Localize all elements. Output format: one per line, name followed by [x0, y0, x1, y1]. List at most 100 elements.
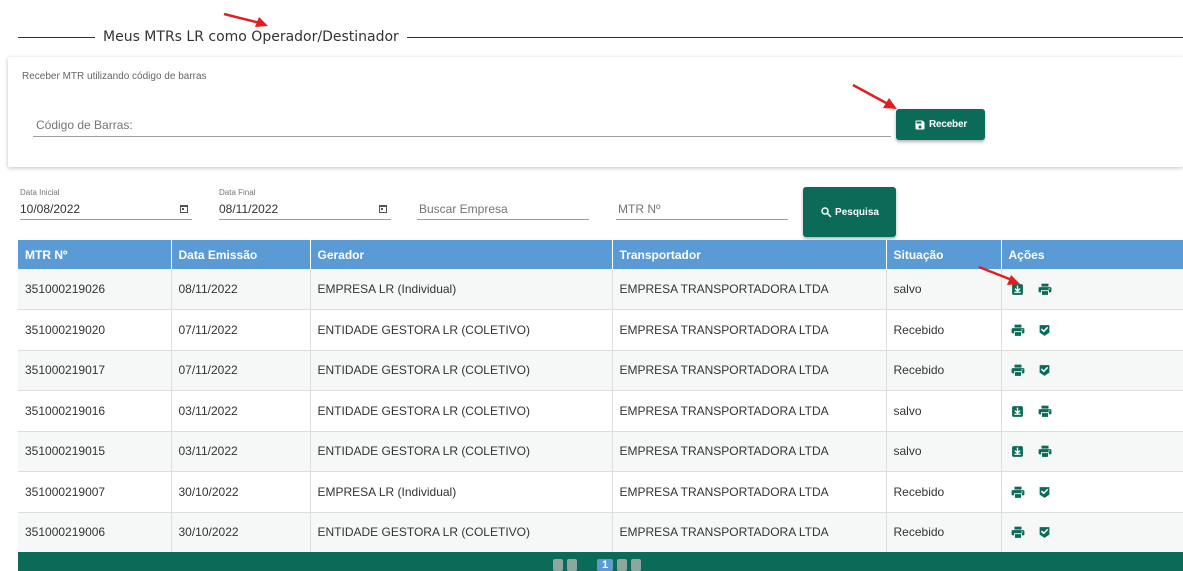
column-header-generator[interactable]: Gerador: [310, 240, 613, 269]
cell-issue-date: 30/10/2022: [171, 512, 311, 553]
print-icon[interactable]: [1011, 364, 1025, 378]
annotation-arrow-title: [223, 12, 268, 27]
column-header-mtr[interactable]: MTR Nº: [18, 240, 172, 269]
cell-generator: ENTIDADE GESTORA LR (COLETIVO): [310, 390, 613, 432]
cell-carrier: EMPRESA TRANSPORTADORA LTDA: [612, 390, 887, 432]
cell-status: Recebido: [886, 309, 1002, 351]
next-page-icon[interactable]: [617, 559, 627, 571]
barcode-field: [33, 113, 891, 137]
mtr-number-input[interactable]: [616, 201, 788, 216]
cell-issue-date: 03/11/2022: [171, 390, 311, 432]
cell-status: Recebido: [886, 471, 1002, 513]
receive-button-label: Receber: [928, 119, 968, 130]
cell-generator: ENTIDADE GESTORA LR (COLETIVO): [310, 512, 613, 553]
cell-generator: EMPRESA LR (Individual): [310, 269, 613, 310]
cell-mtr-number: 351000219020: [18, 309, 172, 351]
table-row[interactable]: 351000219015 03/11/2022 ENTIDADE GESTORA L…: [18, 431, 1183, 472]
cell-issue-date: 08/11/2022: [171, 269, 311, 310]
page-number-current[interactable]: 1: [597, 559, 613, 571]
print-icon[interactable]: [1038, 404, 1052, 418]
cell-mtr-number: 351000219026: [18, 269, 172, 310]
print-icon[interactable]: [1011, 485, 1025, 499]
first-page-icon[interactable]: [553, 559, 563, 571]
verified-icon[interactable]: [1038, 485, 1052, 499]
mtr-number-filter: [616, 188, 788, 220]
end-date-value: 08/11/2022: [219, 201, 279, 216]
cell-issue-date: 07/11/2022: [171, 309, 311, 351]
last-page-icon[interactable]: [631, 559, 641, 571]
cell-mtr-number: 351000219007: [18, 471, 172, 513]
verified-icon[interactable]: [1038, 364, 1052, 378]
print-icon[interactable]: [1011, 323, 1025, 337]
search-button-label: Pesquisa: [835, 206, 879, 218]
cell-generator: EMPRESA LR (Individual): [310, 471, 613, 513]
cell-actions: [1001, 309, 1183, 351]
table-row[interactable]: 351000219006 30/10/2022 ENTIDADE GESTORA L…: [18, 512, 1183, 553]
column-header-carrier[interactable]: Transportador: [612, 240, 887, 269]
save-icon: [914, 119, 926, 131]
table-row[interactable]: 351000219020 07/11/2022 ENTIDADE GESTORA L…: [18, 309, 1183, 351]
cell-issue-date: 30/10/2022: [171, 471, 311, 513]
calendar-icon[interactable]: [379, 204, 387, 213]
cell-status: Recebido: [886, 512, 1002, 553]
table-row[interactable]: 351000219007 30/10/2022 EMPRESA LR (Indivi…: [18, 471, 1183, 513]
cell-carrier: EMPRESA TRANSPORTADORA LTDA: [612, 431, 887, 472]
page-title: Meus MTRs LR como Operador/Destinador: [103, 29, 399, 45]
cell-mtr-number: 351000219015: [18, 431, 172, 472]
end-date-filter: Data Final 08/11/2022: [219, 188, 391, 220]
barcode-input[interactable]: [33, 113, 891, 136]
title-divider-left: [18, 36, 95, 38]
print-icon[interactable]: [1038, 445, 1052, 459]
start-date-value: 10/08/2022: [20, 201, 81, 216]
table-row[interactable]: 351000219016 03/11/2022 ENTIDADE GESTORA L…: [18, 390, 1183, 432]
annotation-arrow-receive: [852, 83, 897, 109]
cell-actions: [1001, 390, 1183, 432]
search-button[interactable]: Pesquisa: [803, 187, 896, 237]
barcode-receive-card: Receber MTR utilizando código de barras …: [8, 57, 1183, 167]
company-filter: [417, 188, 589, 220]
table-body: 351000219026 08/11/2022 EMPRESA LR (Indivi…: [18, 269, 1183, 553]
cell-status: salvo: [886, 390, 1002, 432]
section-title-row: Meus MTRs LR como Operador/Destinador: [18, 25, 1183, 49]
end-date-field[interactable]: 08/11/2022: [219, 198, 391, 220]
start-date-label: Data Inicial: [20, 188, 60, 197]
cell-actions: [1001, 350, 1183, 391]
cell-carrier: EMPRESA TRANSPORTADORA LTDA: [612, 350, 887, 391]
start-date-filter: Data Inicial 10/08/2022: [20, 188, 192, 220]
cell-mtr-number: 351000219017: [18, 350, 172, 391]
print-icon[interactable]: [1038, 282, 1052, 296]
calendar-icon[interactable]: [180, 204, 188, 213]
barcode-card-label: Receber MTR utilizando código de barras: [22, 71, 207, 82]
cell-mtr-number: 351000219006: [18, 512, 172, 553]
cell-generator: ENTIDADE GESTORA LR (COLETIVO): [310, 431, 613, 472]
table-row[interactable]: 351000219017 07/11/2022 ENTIDADE GESTORA L…: [18, 350, 1183, 391]
pagination-bar: 1: [18, 552, 1183, 571]
company-search-input[interactable]: [417, 201, 589, 216]
mtr-number-field: [616, 198, 788, 220]
receive-icon[interactable]: [1011, 404, 1025, 418]
cell-status: salvo: [886, 431, 1002, 472]
annotation-arrow-action: [978, 265, 1020, 285]
cell-status: Recebido: [886, 350, 1002, 391]
cell-carrier: EMPRESA TRANSPORTADORA LTDA: [612, 309, 887, 351]
search-icon: [820, 206, 832, 218]
receive-button[interactable]: Receber: [896, 109, 985, 140]
verified-icon[interactable]: [1038, 323, 1052, 337]
cell-issue-date: 07/11/2022: [171, 350, 311, 391]
cell-mtr-number: 351000219016: [18, 390, 172, 432]
cell-actions: [1001, 431, 1183, 472]
receive-icon[interactable]: [1011, 445, 1025, 459]
print-icon[interactable]: [1011, 526, 1025, 540]
prev-page-icon[interactable]: [567, 559, 577, 571]
cell-actions: [1001, 269, 1183, 310]
verified-icon[interactable]: [1038, 526, 1052, 540]
cell-actions: [1001, 471, 1183, 513]
cell-carrier: EMPRESA TRANSPORTADORA LTDA: [612, 269, 887, 310]
column-header-actions: Ações: [1001, 240, 1183, 269]
title-divider-right: [406, 36, 1183, 38]
company-search-field: [417, 198, 589, 220]
cell-actions: [1001, 512, 1183, 553]
cell-carrier: EMPRESA TRANSPORTADORA LTDA: [612, 512, 887, 553]
column-header-date[interactable]: Data Emissão: [171, 240, 311, 269]
start-date-field[interactable]: 10/08/2022: [20, 198, 192, 220]
